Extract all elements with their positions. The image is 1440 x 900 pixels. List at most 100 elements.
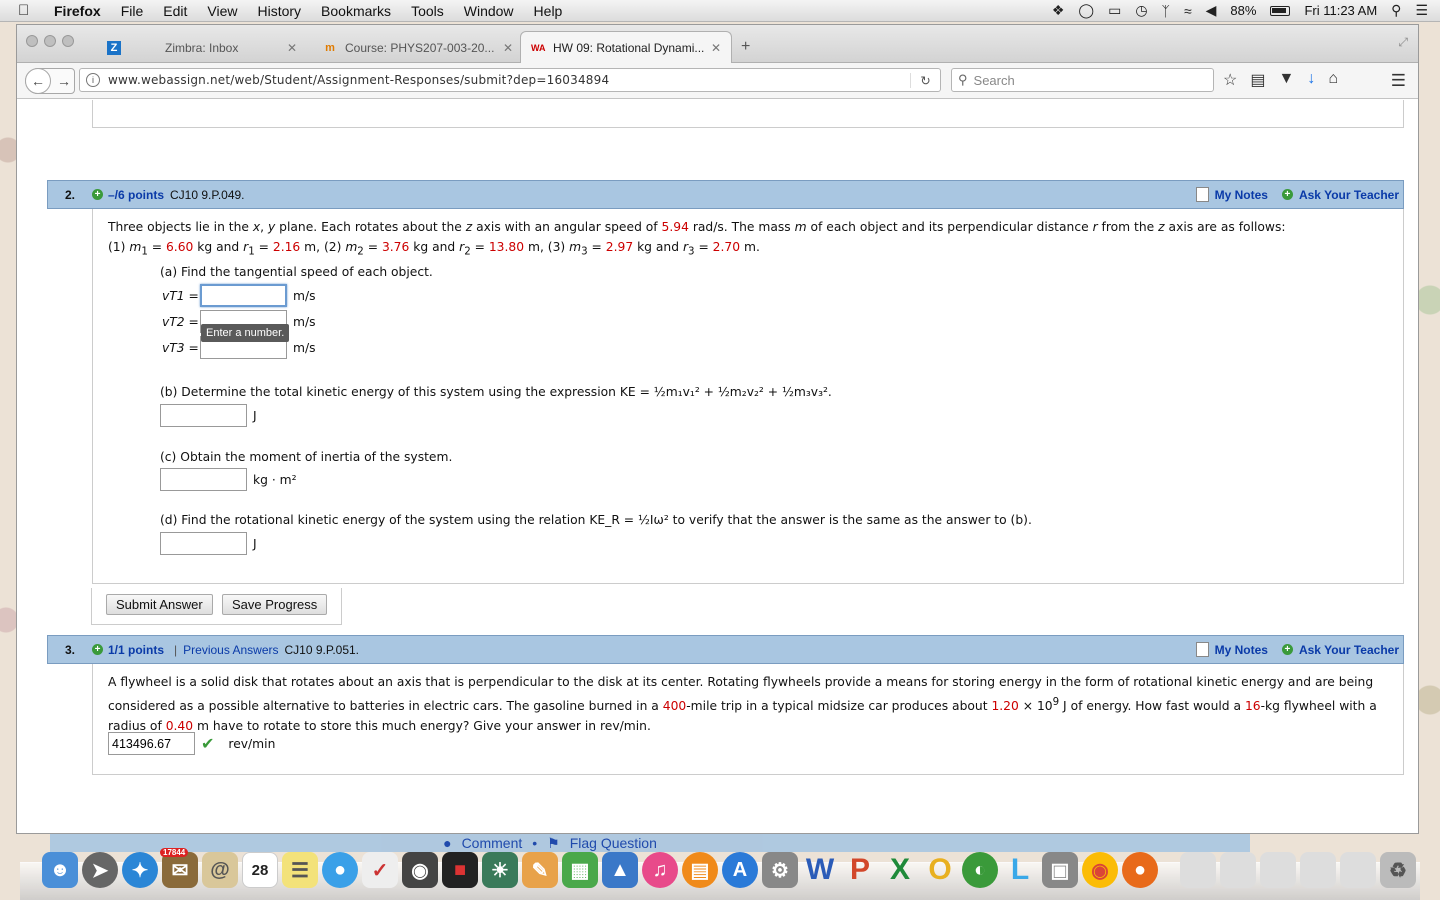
close-tab-icon[interactable]: ✕: [287, 41, 297, 55]
iphoto-icon[interactable]: ☀: [482, 852, 518, 888]
expand-plus-icon[interactable]: +: [92, 644, 103, 655]
points-link[interactable]: 1/1 points: [108, 643, 164, 657]
system-preferences-icon[interactable]: ⚙: [762, 852, 798, 888]
battery-icon[interactable]: [1270, 5, 1291, 16]
reminders-icon[interactable]: ✓: [362, 852, 398, 888]
menu-tools[interactable]: Tools: [411, 3, 444, 19]
previous-answers-link[interactable]: Previous Answers: [183, 643, 278, 657]
app-store-icon[interactable]: A: [722, 852, 758, 888]
q3-answer-input[interactable]: [108, 732, 195, 755]
notes-icon[interactable]: [1195, 187, 1209, 202]
tab-webassign[interactable]: WA HW 09: Rotational Dynami... ✕: [520, 31, 732, 64]
excel-icon[interactable]: X: [882, 852, 918, 888]
url-text[interactable]: www.webassign.net/web/Student/Assignment…: [108, 73, 609, 87]
volume-icon[interactable]: ◀: [1206, 2, 1217, 19]
forward-arrow-icon[interactable]: →: [57, 73, 71, 89]
ker-input[interactable]: [160, 532, 247, 555]
ask-plus-icon[interactable]: +: [1281, 644, 1293, 655]
downloads-icon[interactable]: ↓: [1307, 70, 1315, 90]
reading-list-icon[interactable]: ▤: [1250, 70, 1265, 90]
menu-window[interactable]: Window: [464, 3, 514, 19]
fullscreen-icon[interactable]: ⤢: [1398, 35, 1408, 50]
notification-center-icon[interactable]: ☰: [1415, 2, 1428, 19]
new-tab-icon[interactable]: +: [741, 38, 750, 56]
comment-link[interactable]: Comment: [462, 835, 523, 851]
pocket-icon[interactable]: ▼: [1278, 70, 1294, 90]
search-bar[interactable]: ⚲ Search: [951, 68, 1214, 92]
url-bar[interactable]: i www.webassign.net/web/Student/Assignme…: [79, 68, 941, 92]
menu-bookmarks[interactable]: Bookmarks: [321, 3, 391, 19]
document-thumb-icon[interactable]: [1340, 852, 1376, 888]
finder-icon[interactable]: ☻: [42, 852, 78, 888]
close-tab-icon[interactable]: ✕: [711, 41, 721, 55]
ask-plus-icon[interactable]: +: [1281, 189, 1293, 200]
tab-course[interactable]: m Course: PHYS207-003-20... ✕: [313, 33, 523, 63]
my-notes-link[interactable]: My Notes: [1215, 643, 1268, 657]
ke-input[interactable]: [160, 404, 247, 427]
my-notes-link[interactable]: My Notes: [1215, 188, 1268, 202]
menu-history[interactable]: History: [257, 3, 301, 19]
minimize-window-button[interactable]: [44, 35, 56, 47]
submit-answer-button[interactable]: Submit Answer: [106, 594, 213, 615]
facetime-icon[interactable]: ◉: [402, 852, 438, 888]
bluetooth-icon[interactable]: ᛉ: [1162, 3, 1170, 19]
ibooks-icon[interactable]: ▤: [682, 852, 718, 888]
itunes-icon[interactable]: ♫: [642, 852, 678, 888]
contacts-icon[interactable]: @: [202, 852, 238, 888]
ask-teacher-link[interactable]: Ask Your Teacher: [1299, 188, 1399, 202]
menu-hamburger-icon[interactable]: ☰: [1391, 71, 1406, 91]
clock[interactable]: Fri 11:23 AM: [1304, 3, 1377, 18]
word-icon[interactable]: W: [802, 852, 838, 888]
wifi-icon[interactable]: ≈: [1184, 3, 1192, 19]
close-window-button[interactable]: [26, 35, 38, 47]
outlook-icon[interactable]: O: [922, 852, 958, 888]
pages-icon[interactable]: ✎: [522, 852, 558, 888]
menu-edit[interactable]: Edit: [163, 3, 187, 19]
document-thumb-icon[interactable]: [1300, 852, 1336, 888]
tab-zimbra[interactable]: Z Zimbra: Inbox ✕: [97, 33, 307, 63]
numbers-icon[interactable]: ▦: [562, 852, 598, 888]
notes-app-icon[interactable]: ☰: [282, 852, 318, 888]
keynote-icon[interactable]: ▲: [602, 852, 638, 888]
calendar-icon[interactable]: 28: [242, 852, 278, 888]
document-thumb-icon[interactable]: [1180, 852, 1216, 888]
airplay-icon[interactable]: ▭: [1108, 2, 1121, 19]
dropbox-icon[interactable]: ❖: [1052, 2, 1065, 19]
time-machine-icon[interactable]: ◷: [1135, 2, 1147, 19]
search-placeholder[interactable]: Search: [974, 73, 1015, 88]
home-icon[interactable]: ⌂: [1328, 70, 1338, 90]
back-arrow-icon[interactable]: ←: [25, 68, 51, 94]
flag-question-link[interactable]: Flag Question: [570, 835, 657, 851]
inertia-input[interactable]: [160, 468, 247, 491]
reload-icon[interactable]: ↻: [910, 72, 940, 88]
bookmark-star-icon[interactable]: ☆: [1223, 70, 1237, 90]
powerpoint-icon[interactable]: P: [842, 852, 878, 888]
chrome-icon[interactable]: ◉: [1082, 852, 1118, 888]
points-link[interactable]: –/6 points: [108, 188, 164, 202]
comment-icon[interactable]: ●: [443, 835, 451, 851]
expand-plus-icon[interactable]: +: [92, 189, 103, 200]
zoom-window-button[interactable]: [62, 35, 74, 47]
launchpad-icon[interactable]: ➤: [82, 852, 118, 888]
spotlight-icon[interactable]: ⚲: [1391, 2, 1401, 19]
close-tab-icon[interactable]: ✕: [503, 41, 513, 55]
menu-app-name[interactable]: Firefox: [54, 3, 101, 19]
vt1-input[interactable]: [200, 284, 287, 307]
safari-icon[interactable]: ✦: [122, 852, 158, 888]
document-thumb-icon[interactable]: [1220, 852, 1256, 888]
shield-5-icon[interactable]: ◯: [1078, 2, 1094, 19]
lync-icon[interactable]: L: [1002, 852, 1038, 888]
info-icon[interactable]: i: [86, 73, 100, 87]
notes-icon[interactable]: [1195, 642, 1209, 657]
firefox-icon[interactable]: ●: [1122, 852, 1158, 888]
menu-help[interactable]: Help: [534, 3, 563, 19]
photo-booth-icon[interactable]: ■: [442, 852, 478, 888]
save-progress-button[interactable]: Save Progress: [222, 594, 328, 615]
preview-icon[interactable]: ▣: [1042, 852, 1078, 888]
menu-file[interactable]: File: [121, 3, 144, 19]
apple-icon[interactable]: : [18, 2, 40, 19]
ask-teacher-link[interactable]: Ask Your Teacher: [1299, 643, 1399, 657]
trash-icon[interactable]: ♻: [1380, 852, 1416, 888]
network-icon[interactable]: ◐: [962, 852, 998, 888]
flag-icon[interactable]: ⚑: [547, 835, 560, 852]
